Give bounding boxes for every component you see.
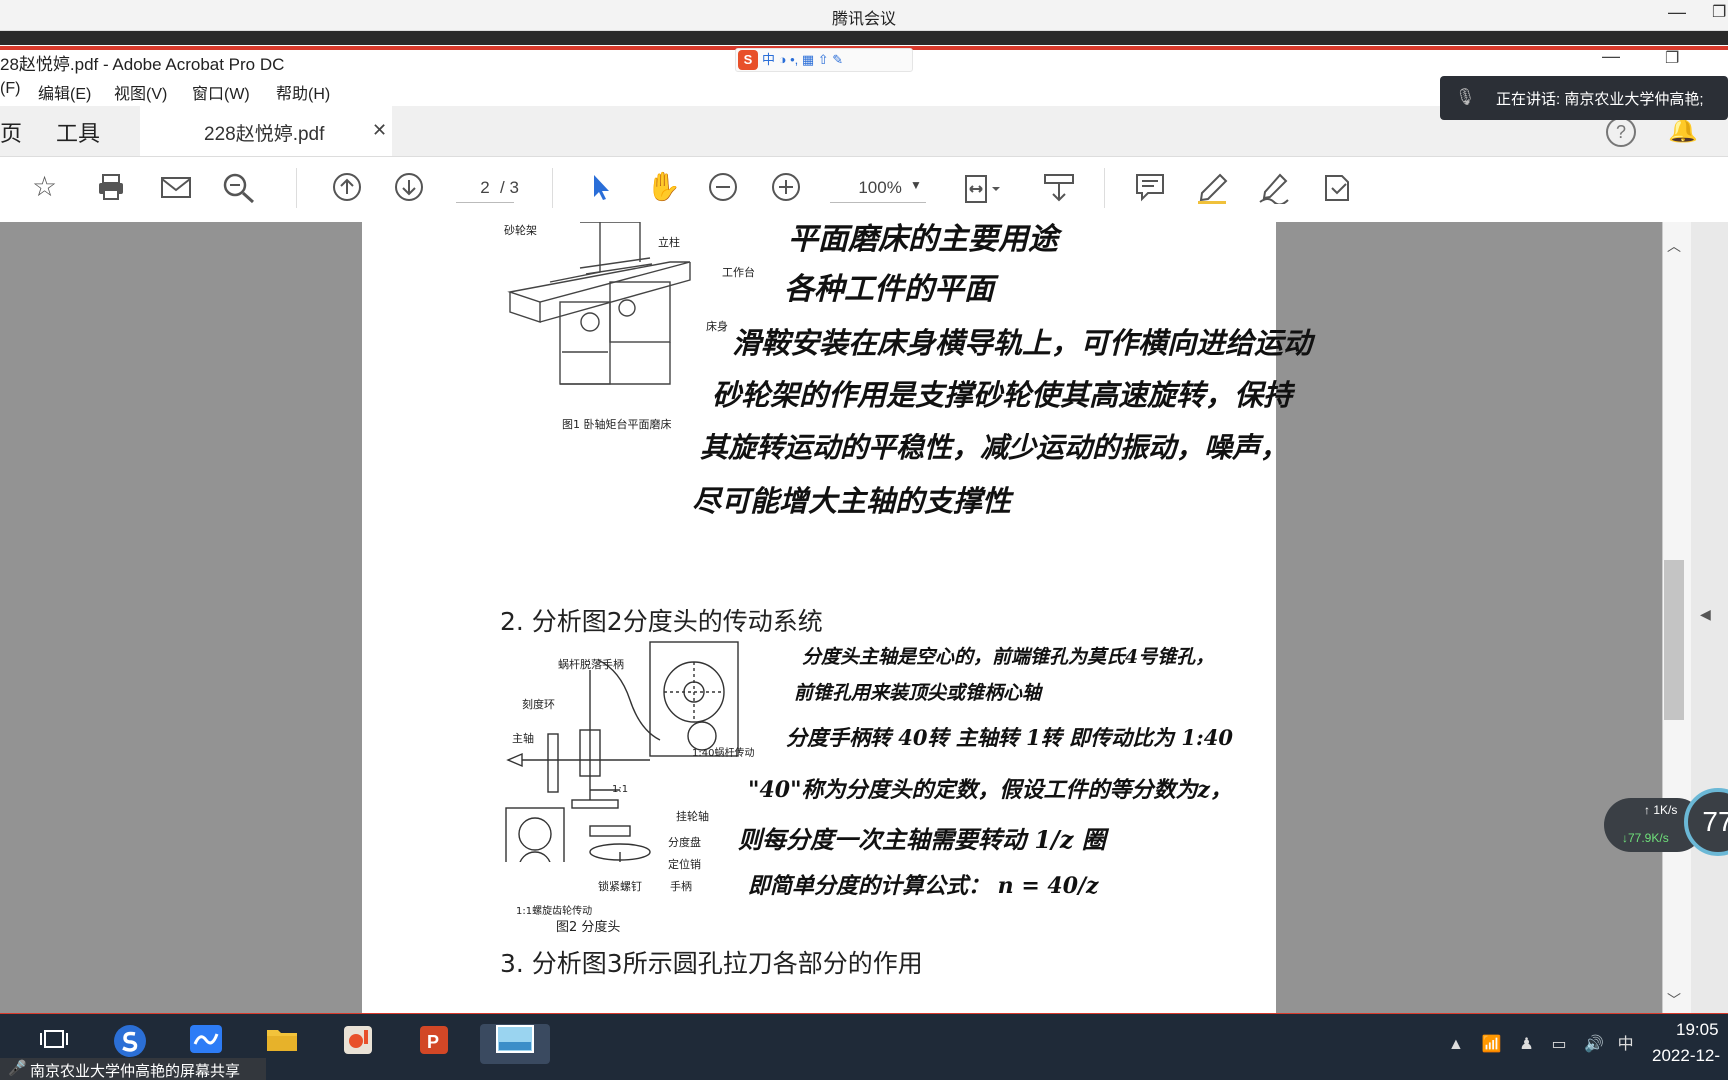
window-title: 28赵悦婷.pdf - Adobe Acrobat Pro DC (0, 55, 285, 74)
zoom-out-icon[interactable] (708, 172, 738, 208)
zoom-value: 100% (858, 178, 902, 197)
muted-mic-icon: 🎙 (1455, 89, 1476, 106)
download-speed-value: 77.9K/s (1628, 831, 1669, 845)
figure2-label: 蜗杆脱落手柄 (558, 658, 624, 671)
minimize-button[interactable]: — (1602, 46, 1620, 67)
clock-date[interactable]: 2022-12- (1652, 1046, 1720, 1066)
close-tab-icon[interactable]: ✕ (372, 120, 387, 141)
pdf-page: 砂轮架 立柱 工作台 床身 图1 卧轴矩台平面磨床 平面磨床的主要用途 各种工件… (362, 222, 1312, 1014)
powerpoint-icon[interactable]: P (412, 1024, 456, 1064)
notification-bell-icon[interactable]: 🔔 (1668, 116, 1698, 145)
tray-ime[interactable]: 中 (1618, 1036, 1634, 1053)
ime-mode: 中 (762, 52, 776, 67)
download-speed: ↓77.9K/s (1622, 831, 1669, 845)
email-icon[interactable] (160, 172, 192, 208)
figure2-label: 分度盘 (668, 836, 701, 849)
figure1-caption: 图1 卧轴矩台平面磨床 (562, 418, 672, 431)
sogou-icon: S (738, 50, 758, 70)
ime-toolbar[interactable]: S中 ◑ •, ▦ ⇧ ✎ (735, 48, 913, 72)
toolbar-separator (552, 168, 553, 208)
handwriting-line: 滑鞍安装在床身横导轨上，可作横向进给运动 (732, 326, 1313, 360)
sign-icon[interactable] (1258, 172, 1292, 210)
fit-page-icon[interactable] (962, 172, 1002, 212)
scroll-mode-icon[interactable] (1042, 172, 1076, 210)
handwriting-line: 各种工件的平面 (784, 272, 994, 307)
handwriting-line: 则每分度一次主轴需要转动 1/z 圈 (738, 825, 1106, 854)
scroll-up-icon[interactable]: ︿ (1667, 236, 1681, 256)
stamp-icon[interactable] (1320, 172, 1354, 210)
menu-edit[interactable]: 编辑(E) (38, 80, 91, 104)
figure2-label: 锁紧螺钉 (598, 880, 642, 893)
handwriting-line: 砂轮架的作用是支撑砂轮使其高速旋转，保持 (712, 378, 1293, 412)
screen-share-text: 南京农业大学仲高艳的屏幕共享 (30, 1063, 241, 1080)
highlight-pen-icon[interactable] (1196, 172, 1230, 210)
menu-file[interactable]: (F) (0, 80, 20, 98)
page-down-icon[interactable] (394, 172, 424, 208)
svg-text:P: P (427, 1032, 439, 1052)
meeting-maximize-icon[interactable]: ❐ (1712, 2, 1726, 22)
handwriting-line: "40"称为分度头的定数，假设工件的等分数为z， (748, 777, 1233, 803)
document-tab-label[interactable]: 228赵悦婷.pdf (204, 119, 324, 146)
restore-button[interactable]: ❐ (1665, 48, 1679, 68)
figure2-label: 1:40蜗杆传动 (692, 748, 755, 759)
image-viewer-icon[interactable] (480, 1024, 550, 1064)
tab-tools[interactable]: 工具 (56, 116, 100, 148)
scrollbar-thumb[interactable] (1664, 560, 1684, 720)
figure2-label: 刻度环 (522, 698, 555, 711)
system-tray[interactable]: ▲ 📶 ♟ ▭ 🔊 中 (1448, 1030, 1634, 1054)
figure2-label: 定位销 (668, 858, 701, 871)
handwriting-line: 平面磨床的主要用途 (788, 222, 1058, 257)
ime-tools-icon[interactable]: ◑ •, ▦ ⇧ ✎ (779, 52, 844, 67)
menu-window[interactable]: 窗口(W) (192, 80, 250, 104)
select-cursor-icon[interactable] (588, 172, 614, 208)
figure1-label: 砂轮架 (504, 224, 537, 237)
meeting-minimize-icon[interactable]: — (1668, 2, 1686, 23)
handwriting-line: 尽可能增大主轴的支撑性 (692, 484, 1012, 518)
menu-help[interactable]: 帮助(H) (276, 80, 330, 104)
mic-icon: 🎤 (8, 1060, 27, 1077)
toolbar-separator (1104, 168, 1105, 208)
handwriting-line: 即简单分度的计算公式： n = 40/z (748, 873, 1099, 899)
meeting-title: 腾讯会议 (831, 11, 896, 28)
figure1-grinder-drawing (507, 222, 691, 385)
handwriting-line: 其旋转运动的平稳性，减少运动的振动，噪声， (700, 431, 1289, 464)
search-icon[interactable] (222, 172, 256, 210)
media-app-icon[interactable] (336, 1024, 380, 1064)
question-3-heading: 3. 分析图3所示圆孔拉刀各部分的作用 (500, 949, 923, 978)
figure1-label: 立柱 (658, 236, 680, 249)
menu-view[interactable]: 视图(V) (114, 80, 167, 104)
question-2-heading: 2. 分析图2分度头的传动系统 (500, 607, 823, 636)
print-icon[interactable] (96, 172, 126, 208)
handwriting-line: 前锥孔用来装顶尖或锥柄心轴 (794, 682, 1042, 704)
clock-time[interactable]: 19:05 (1676, 1020, 1719, 1040)
comment-icon[interactable] (1134, 172, 1166, 208)
scroll-down-icon[interactable]: ﹀ (1667, 990, 1681, 1010)
help-icon[interactable]: ? (1606, 117, 1636, 147)
upload-speed: ↑ 1K/s (1644, 803, 1678, 817)
tab-home[interactable]: 页 (0, 116, 22, 148)
meeting-toolbar-strip (0, 31, 1728, 45)
hand-tool-icon[interactable]: ✋ (646, 172, 681, 202)
figure2-label: 1:1螺旋齿轮传动 (516, 906, 593, 917)
upload-speed-value: 1K/s (1653, 803, 1678, 817)
figure2-label: 挂轮轴 (676, 810, 709, 823)
figure2-label: 主轴 (512, 732, 534, 745)
figure2-label: 手柄 (670, 880, 692, 893)
zoom-in-icon[interactable] (771, 172, 801, 208)
file-explorer-icon[interactable] (260, 1024, 304, 1064)
figure1-label: 床身 (706, 320, 728, 333)
handwriting-line: 分度手柄转 40转 主轴转 1转 即传动比为 1:40 (786, 725, 1233, 750)
toolbar-separator (296, 168, 297, 208)
speaking-text: 正在讲话: 南京农业大学仲高艳; (1496, 91, 1704, 108)
figure1-label: 工作台 (722, 266, 755, 279)
handwriting-line: 分度头主轴是空心的，前端锥孔为莫氏4号锥孔， (802, 646, 1215, 668)
page-total: / 3 (500, 178, 519, 197)
bookmark-star-icon[interactable]: ☆ (32, 172, 57, 202)
figure2-label: 1:1 (612, 784, 629, 795)
chevron-down-icon[interactable]: ▼ (910, 178, 922, 192)
figure2-caption: 图2 分度头 (556, 920, 621, 935)
expand-pane-icon[interactable]: ◀ (1700, 606, 1711, 623)
page-up-icon[interactable] (332, 172, 362, 208)
